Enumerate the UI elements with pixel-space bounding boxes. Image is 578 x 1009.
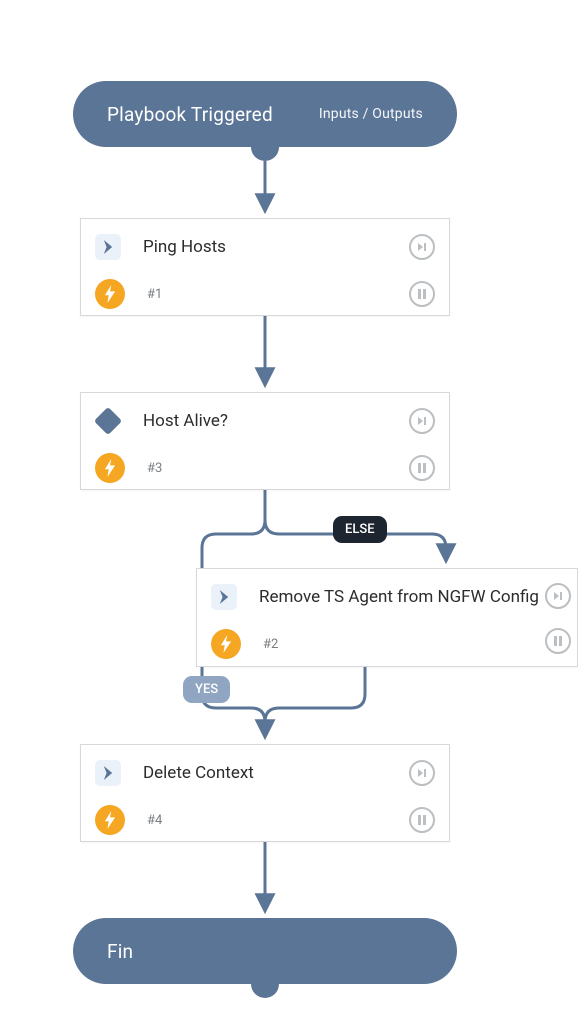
start-title: Playbook Triggered bbox=[107, 103, 273, 126]
node-number: #2 bbox=[263, 637, 278, 652]
io-label[interactable]: Inputs / Outputs bbox=[319, 106, 423, 122]
node-number: #1 bbox=[147, 287, 162, 302]
node-alive[interactable]: Host Alive? #3 bbox=[80, 392, 450, 490]
node-title: Host Alive? bbox=[143, 411, 228, 431]
node-ping[interactable]: Ping Hosts #1 bbox=[80, 218, 450, 316]
pause-icon[interactable] bbox=[545, 628, 571, 654]
skip-icon[interactable] bbox=[409, 234, 435, 260]
node-title: Remove TS Agent from NGFW Config bbox=[259, 587, 539, 607]
bolt-icon bbox=[211, 629, 241, 659]
node-number: #4 bbox=[147, 813, 162, 828]
pause-icon[interactable] bbox=[409, 455, 435, 481]
bolt-icon bbox=[95, 453, 125, 483]
diamond-icon bbox=[94, 407, 122, 435]
node-delete[interactable]: Delete Context #4 bbox=[80, 744, 450, 842]
skip-icon[interactable] bbox=[545, 583, 571, 609]
node-title: Delete Context bbox=[143, 763, 254, 783]
skip-icon[interactable] bbox=[409, 408, 435, 434]
chevron-right-icon bbox=[211, 584, 237, 610]
chevron-right-icon bbox=[95, 234, 121, 260]
node-title: Ping Hosts bbox=[143, 237, 226, 257]
bolt-icon bbox=[95, 805, 125, 835]
node-number: #3 bbox=[147, 461, 162, 476]
start-node[interactable]: Playbook Triggered Inputs / Outputs bbox=[73, 81, 457, 147]
end-node[interactable]: Fin bbox=[73, 918, 457, 984]
branch-yes-label: YES bbox=[183, 676, 230, 703]
branch-else-label: ELSE bbox=[333, 516, 387, 543]
pause-icon[interactable] bbox=[409, 281, 435, 307]
skip-icon[interactable] bbox=[409, 760, 435, 786]
pause-icon[interactable] bbox=[409, 807, 435, 833]
chevron-right-icon bbox=[95, 760, 121, 786]
bolt-icon bbox=[95, 279, 125, 309]
node-remove[interactable]: Remove TS Agent from NGFW Config #2 bbox=[196, 568, 578, 667]
end-title: Fin bbox=[107, 940, 133, 963]
flow-connectors bbox=[0, 0, 578, 1009]
